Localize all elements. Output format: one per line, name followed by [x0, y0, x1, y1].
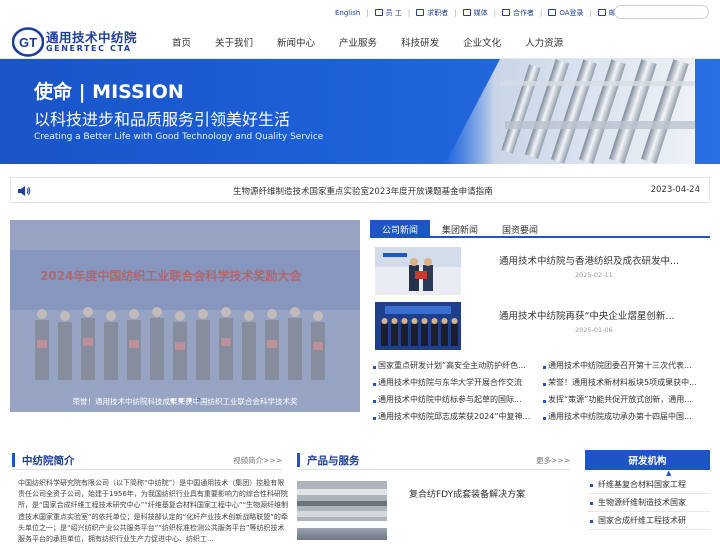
product-item[interactable]: 复合纺FDY成套装备解决方案 [297, 481, 573, 521]
speaker-icon [18, 186, 31, 196]
top-link-media[interactable]: 媒体 [462, 8, 488, 18]
research-title[interactable]: 研发机构 [585, 450, 710, 470]
news-row: 国家重点研发计划“高安全主动防护纤色... 通用技术中纺院团委召开第十三次代表.… [372, 357, 712, 374]
news-link[interactable]: 通用技术中纺院邱志成荣获2024“中复神... [372, 411, 542, 422]
separator: | [454, 8, 457, 17]
site-logo[interactable]: GT 通用技术中纺院 GENERTEC CTA [12, 26, 147, 58]
news-link[interactable]: 通用技术中纺院成功承办第十四届中国... [542, 411, 712, 422]
banner-slogan-en: Creating a Better Life with Good Technol… [34, 132, 324, 142]
separator: | [407, 8, 411, 17]
news-link[interactable]: 通用技术中纺院团委召开第十三次代表... [542, 360, 712, 371]
oa-icon [548, 9, 557, 16]
menu-research[interactable]: 科技研发 [389, 35, 451, 49]
top-links: English | 员 工 | 求职者 | 媒体 | 合作者 | OA登录 | … [335, 0, 637, 25]
featured-news-title[interactable]: 通用技术中纺院与香港纺织及成衣研发中... [499, 253, 679, 267]
news-list: 国家重点研发计划“高安全主动防护纤色... 通用技术中纺院团委召开第十三次代表.… [372, 357, 712, 425]
main-menu: 首页 关于我们 新闻中心 产业服务 科技研发 企业文化 人力资源 [160, 25, 575, 59]
products-title: 产品与服务 [307, 455, 360, 467]
featured-news-date: 2025-01-06 [575, 326, 613, 334]
top-link-job-seeker[interactable]: 求职者 [416, 8, 448, 18]
product-title[interactable]: 复合纺FDY成套装备解决方案 [409, 487, 525, 500]
menu-home[interactable]: 首页 [160, 35, 203, 49]
top-link-partner[interactable]: 合作者 [501, 8, 534, 18]
section-accent-bar [12, 453, 15, 467]
news-link[interactable]: 发挥“策源”功能共促开放式创新，通用... [542, 394, 712, 405]
news-thumbnail [375, 302, 461, 350]
news-link[interactable]: 国家重点研发计划“高安全主动防护纤色... [372, 360, 542, 371]
menu-about[interactable]: 关于我们 [203, 35, 265, 49]
products-more-link[interactable]: 更多>>> [536, 455, 570, 466]
slide-caption[interactable]: 荣誉！通用技术中纺院科技成果荣获中国纺织工业联合会科学技术奖 [10, 390, 360, 412]
section-accent-bar [297, 453, 300, 467]
slide-banner-text: 2024年度中国纺织工业联合会科学技术奖励大会 [40, 269, 302, 283]
menu-hr[interactable]: 人力资源 [513, 35, 575, 49]
featured-news-date: 2025-02-11 [575, 271, 613, 279]
separator: | [493, 8, 496, 17]
intro-section-header: 中纺院简介 视频简介>>> [12, 450, 282, 470]
research-item[interactable]: 纤维基复合材料国家工程 [588, 476, 710, 494]
intro-more-link[interactable]: 视频简介>>> [233, 455, 282, 466]
featured-news-item[interactable]: 通用技术中纺院与香港纺织及成衣研发中... 2025-02-11 [375, 247, 710, 295]
partner-icon [501, 9, 510, 16]
top-link-staff[interactable]: 员 工 [374, 8, 402, 18]
search-input[interactable] [614, 5, 709, 19]
job-seeker-icon [416, 9, 425, 16]
slide-photo [10, 220, 360, 412]
user-icon [374, 9, 383, 16]
mail-icon [597, 9, 606, 16]
research-item[interactable]: 国家合成纤维工程技术研 [588, 512, 710, 530]
news-row: 通用技术中纺院与东华大学开展合作交流 荣誉！通用技术新材料板块5项成果获中... [372, 374, 712, 391]
top-link-english[interactable]: English [335, 9, 360, 17]
featured-news-title[interactable]: 通用技术中纺院再获“中央企业熠星创新... [499, 308, 674, 322]
menu-industry[interactable]: 产业服务 [327, 35, 389, 49]
tab-company-news[interactable]: 公司新闻 [370, 220, 430, 238]
logo-en-text: GENERTEC CTA [46, 44, 132, 53]
product-image[interactable] [297, 528, 387, 540]
research-item[interactable]: 生物源纤维制造技术国家 [588, 494, 710, 512]
notice-date: 2023-04-24 [650, 185, 700, 195]
media-icon [462, 9, 471, 16]
banner-slogan: 以科技进步和品质服务引领美好生活 [34, 110, 291, 129]
menu-news[interactable]: 新闻中心 [265, 35, 327, 49]
notice-text[interactable]: 生物源纤维制造技术国家重点实验室2023年度开放课题基金申请指南 [233, 185, 493, 197]
separator: | [366, 8, 369, 17]
svg-text:GT: GT [19, 35, 37, 50]
top-bar: English | 员 工 | 求职者 | 媒体 | 合作者 | OA登录 | … [0, 0, 720, 25]
tab-sasac-news[interactable]: 国资要闻 [490, 220, 550, 238]
banner-heading: 使命 | MISSION [34, 81, 184, 103]
news-row: 通用技术中纺院邱志成荣获2024“中复神... 通用技术中纺院成功承办第十四届中… [372, 408, 712, 425]
news-thumbnail [375, 247, 461, 295]
news-slideshow[interactable]: 2024年度中国纺织工业联合会科学技术奖励大会 荣誉！通用技术中纺院科技成果荣获… [10, 220, 360, 412]
products-section-header: 产品与服务 更多>>> [297, 450, 570, 470]
tab-group-news[interactable]: 集团新闻 [430, 220, 490, 238]
banner-machine-image [445, 59, 695, 164]
news-link[interactable]: 通用技术中纺院中纺标参与起草的国际... [372, 394, 542, 405]
product-image [297, 481, 387, 521]
top-link-oa[interactable]: OA登录 [548, 8, 584, 18]
hero-banner[interactable]: 使命 | MISSION 以科技进步和品质服务引领美好生活 Creating a… [0, 59, 720, 164]
research-list: 纤维基复合材料国家工程 生物源纤维制造技术国家 国家合成纤维工程技术研 [588, 476, 710, 530]
separator: | [589, 8, 592, 17]
separator: | [539, 8, 543, 17]
news-row: 通用技术中纺院中纺标参与起草的国际... 发挥“策源”功能共促开放式创新，通用.… [372, 391, 712, 408]
notice-bar[interactable]: 生物源纤维制造技术国家重点实验室2023年度开放课题基金申请指南 2023-04… [10, 177, 710, 203]
intro-title: 中纺院简介 [22, 455, 75, 467]
news-tabs: 公司新闻 集团新闻 国资要闻 [370, 220, 710, 238]
news-link[interactable]: 荣誉！通用技术新材料板块5项成果获中... [542, 377, 712, 388]
featured-news-item[interactable]: 通用技术中纺院再获“中央企业熠星创新... 2025-01-06 [375, 302, 710, 350]
news-link[interactable]: 通用技术中纺院与东华大学开展合作交流 [372, 377, 542, 388]
menu-culture[interactable]: 企业文化 [451, 35, 513, 49]
logo-mark-icon: GT [12, 27, 44, 57]
intro-text: 中国纺织科学研究院有限公司（以下简称“中纺院”）是中国通用技术（集团）控股有限责… [18, 479, 289, 544]
